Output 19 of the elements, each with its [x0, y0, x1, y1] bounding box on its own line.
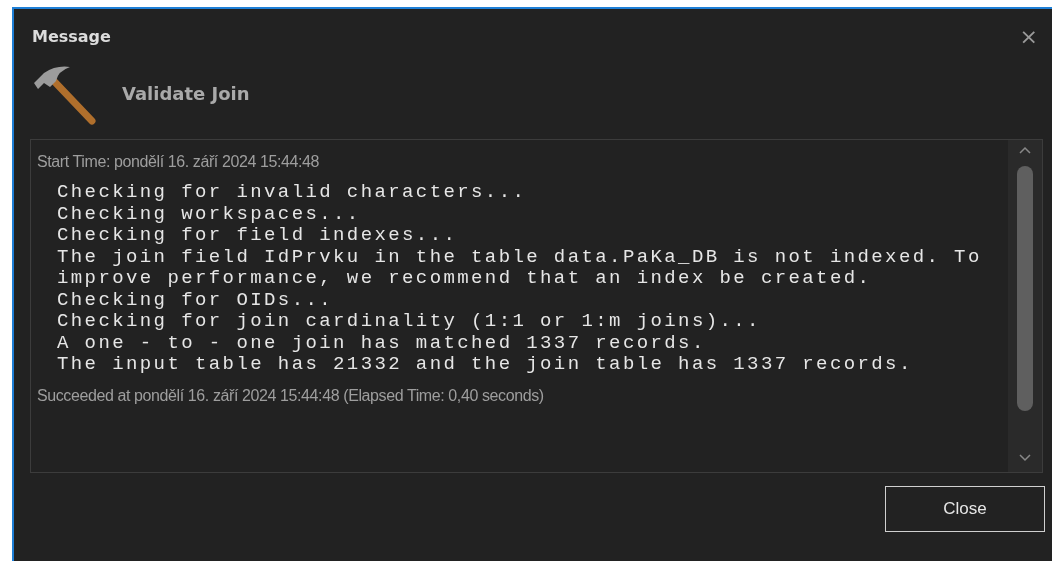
log-line: improve performance, we recommend that an index be created.: [57, 268, 873, 290]
close-dialog-button[interactable]: Close: [885, 486, 1045, 532]
log-line: A one - to - one join has matched 1337 records.: [57, 332, 707, 354]
log-line: The input table has 21332 and the join table has 1337 records.: [57, 354, 914, 376]
log-line: Checking for field indexes...: [57, 225, 459, 247]
log-line: Checking for OIDs...: [57, 289, 335, 311]
tool-name: Validate Join: [122, 81, 250, 106]
scroll-down-icon[interactable]: [1019, 454, 1031, 462]
log-line: Checking for invalid characters...: [57, 182, 528, 204]
window-title: Message: [32, 26, 111, 48]
completion-text: Succeeded at pondělí 16. září 2024 15:44:48 (Elapsed Time: 0,40 seconds): [37, 385, 545, 406]
log-line: Checking workspaces...: [57, 203, 362, 225]
start-time-text: Start Time: pondělí 16. září 2024 15:44:48: [37, 152, 321, 172]
scroll-up-icon[interactable]: [1019, 146, 1031, 154]
log-line: Checking for join cardinality (1:1 or 1:m joins)...: [57, 311, 762, 333]
close-button[interactable]: ×: [1019, 26, 1038, 48]
scrollbar[interactable]: [1008, 140, 1042, 472]
log-line: The join field IdPrvku in the table data.PaKa_DB is not indexed. To: [57, 246, 983, 268]
scrollbar-thumb[interactable]: [1017, 166, 1033, 411]
